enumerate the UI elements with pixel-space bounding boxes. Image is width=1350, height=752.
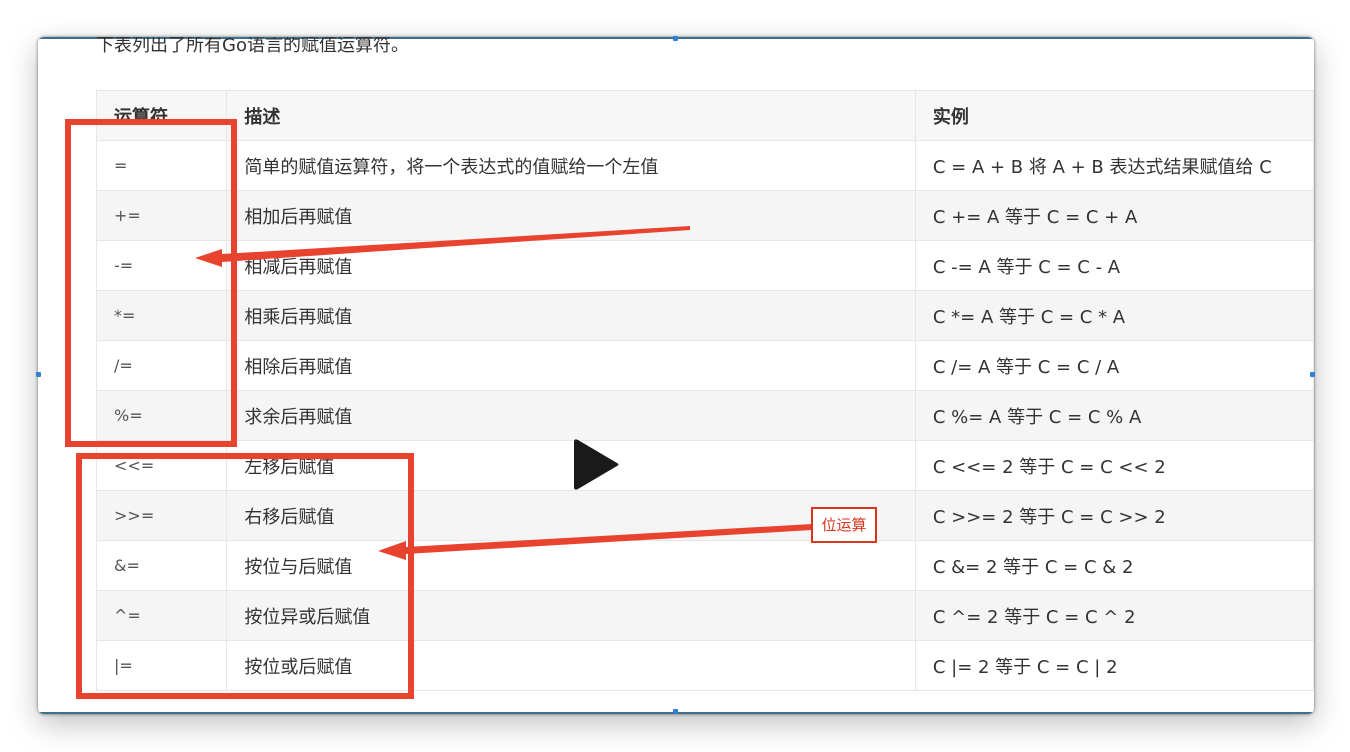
- bitwise-annotation-label: 位运算: [811, 507, 877, 543]
- arrow-arithmetic: [195, 226, 690, 267]
- arrow-bitwise: [378, 524, 812, 560]
- play-icon[interactable]: [574, 437, 620, 492]
- annotation-arrows: [195, 226, 812, 560]
